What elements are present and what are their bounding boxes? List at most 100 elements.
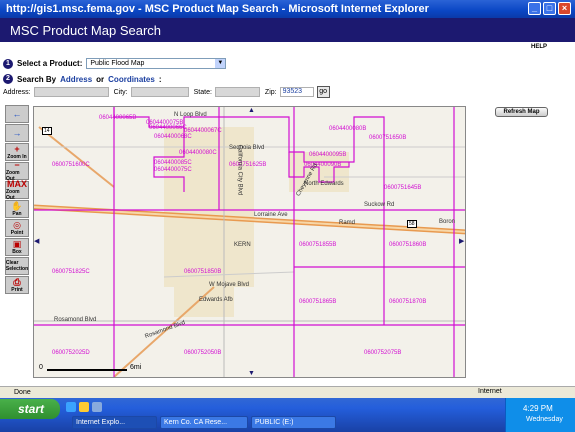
clear-selection-tool[interactable]: Clear Selection — [5, 257, 29, 275]
panel-label: 0604400065B — [99, 115, 137, 121]
max-zoom-out-icon: MAX — [7, 178, 27, 189]
panel-label: 0604400080C — [179, 150, 217, 156]
panel-label: 0600751865B — [299, 299, 337, 305]
box-tool[interactable]: ▣ Box — [5, 238, 29, 256]
road-label: North Edwards — [304, 181, 344, 187]
panel-label: 0600751625B — [229, 162, 267, 168]
point-tool[interactable]: ◎ Point — [5, 219, 29, 237]
pan-left-tool[interactable]: ← — [5, 105, 29, 123]
zoom-out-tool[interactable]: − Zoom Out — [5, 159, 29, 182]
product-row: 1 Select a Product: Public Flood Map ▼ — [3, 58, 227, 69]
road-label: Rosamond Blvd — [54, 317, 97, 323]
box-label: Box — [12, 248, 22, 255]
road-label: W Mojave Blvd — [209, 282, 250, 288]
road-label: Boron — [439, 219, 456, 225]
pan-east-arrow[interactable]: ▶ — [459, 237, 464, 245]
search-by-colon: : — [158, 74, 162, 84]
pan-icon: ✋ — [11, 200, 23, 211]
start-button[interactable]: start — [0, 399, 60, 419]
pan-right-tool[interactable]: → — [5, 124, 29, 142]
desktop-icon[interactable] — [92, 402, 102, 412]
or-text: or — [96, 74, 105, 84]
print-icon: ⎙ — [13, 276, 21, 287]
product-select-value: Public Flood Map — [90, 60, 145, 67]
panel-label: 0600751860B — [389, 242, 427, 248]
security-zone: Internet — [478, 388, 502, 395]
zip-input[interactable]: 93523 — [279, 87, 314, 97]
panel-label: 0600752025D — [52, 350, 90, 356]
ie-icon[interactable] — [66, 402, 76, 412]
address-input[interactable] — [33, 87, 109, 97]
panel-label: 0600751825C — [52, 269, 90, 275]
panel-label: 0600751645B — [384, 185, 422, 191]
zoom-in-tool[interactable]: + Zoom In — [5, 143, 29, 161]
banner-strip — [0, 42, 575, 56]
state-input[interactable] — [214, 87, 260, 97]
step-1-badge: 1 — [3, 58, 13, 69]
pan-label: Pan — [12, 210, 22, 217]
task-kern-co[interactable]: Kern Co. CA Rese... — [160, 416, 248, 429]
city-label: City: — [113, 88, 128, 96]
task-internet-explorer[interactable]: Internet Explo... — [72, 416, 157, 429]
close-button[interactable]: × — [558, 2, 571, 15]
state-label: State: — [193, 88, 212, 96]
pan-tool[interactable]: ✋ Pan — [5, 200, 29, 218]
road-label: Ramd — [339, 220, 356, 226]
panel-label: 0600751850B — [184, 269, 222, 275]
panel-label: 0604400066C — [149, 125, 187, 131]
print-tool[interactable]: ⎙ Print — [5, 276, 29, 294]
coordinates-link[interactable]: Coordinates — [108, 75, 155, 84]
route-shield-icon: 14 — [42, 127, 52, 135]
panel-label: 0604400080B — [329, 126, 367, 132]
taskbar: start Internet Explo... Kern Co. CA Rese… — [0, 398, 575, 432]
scale-start: 0 — [39, 364, 43, 371]
road-label: N Loop Blvd — [174, 112, 207, 118]
panel-label: 0604400095B — [309, 152, 347, 158]
city-input[interactable] — [130, 87, 189, 97]
chevron-down-icon[interactable]: ▼ — [215, 59, 226, 68]
road-label: Sequoia Blvd — [229, 145, 265, 151]
product-label: Select a Product: — [17, 59, 83, 68]
go-button[interactable]: go — [316, 86, 330, 98]
pan-right-icon: → — [12, 127, 22, 138]
scale-line — [47, 369, 127, 371]
address-link[interactable]: Address — [60, 75, 92, 84]
road-label: Suckow Rd — [364, 202, 395, 208]
panel-label: 0600752050B — [184, 350, 222, 356]
pan-north-arrow[interactable]: ▲ — [248, 107, 255, 114]
maximize-button[interactable]: □ — [543, 2, 556, 15]
search-by-label: Search By — [17, 74, 57, 84]
scale-bar: 0 — [39, 364, 129, 372]
product-select[interactable]: Public Flood Map ▼ — [86, 58, 227, 69]
status-bar: Done Internet — [0, 386, 575, 398]
box-icon: ▣ — [12, 238, 22, 249]
clear-selection-label: Clear Selection — [5, 260, 29, 272]
panel-label: 0604400075C — [154, 167, 192, 173]
road-14-north — [38, 126, 115, 188]
clock: 4:29 PM — [523, 404, 553, 413]
task-public-drive[interactable]: PUBLIC (E:) — [251, 416, 336, 429]
panel-label: 0604400085C — [154, 160, 192, 166]
pan-west-arrow[interactable]: ◀ — [34, 237, 39, 245]
zip-label: Zip: — [264, 88, 277, 96]
minimize-button[interactable]: _ — [528, 2, 541, 15]
max-zoom-out-tool[interactable]: MAX Zoom Out — [5, 178, 29, 201]
panel-label: 0600751650B — [369, 135, 407, 141]
pan-south-arrow[interactable]: ▼ — [248, 370, 255, 377]
panel-label: 0600752075B — [364, 350, 402, 356]
step-2-badge: 2 — [3, 74, 13, 84]
point-label: Point — [10, 229, 24, 236]
refresh-map-button[interactable]: Refresh Map — [495, 107, 548, 117]
road-label: KERN — [234, 242, 251, 248]
screen: { "window": { "title": "http://gis1.msc.… — [0, 0, 575, 432]
folder-icon[interactable] — [79, 402, 89, 412]
day-label: Wednesday — [526, 416, 563, 423]
page-banner: MSC Product Map Search — [0, 18, 575, 42]
page-title: MSC Product Map Search — [10, 22, 162, 38]
help-link[interactable]: HELP — [531, 44, 547, 50]
map-toolbar: ← → + Zoom In − Zoom Out MAX Zoom Out ✋ Pan ◎ Point… — [5, 105, 30, 294]
zoom-out-icon: − — [14, 159, 20, 170]
road-label: Lorraine Ave — [254, 212, 288, 218]
point-icon: ◎ — [13, 219, 21, 230]
flood-map[interactable]: 0604400065B 0604400075B 0604400080B 0604400… — [33, 106, 466, 378]
